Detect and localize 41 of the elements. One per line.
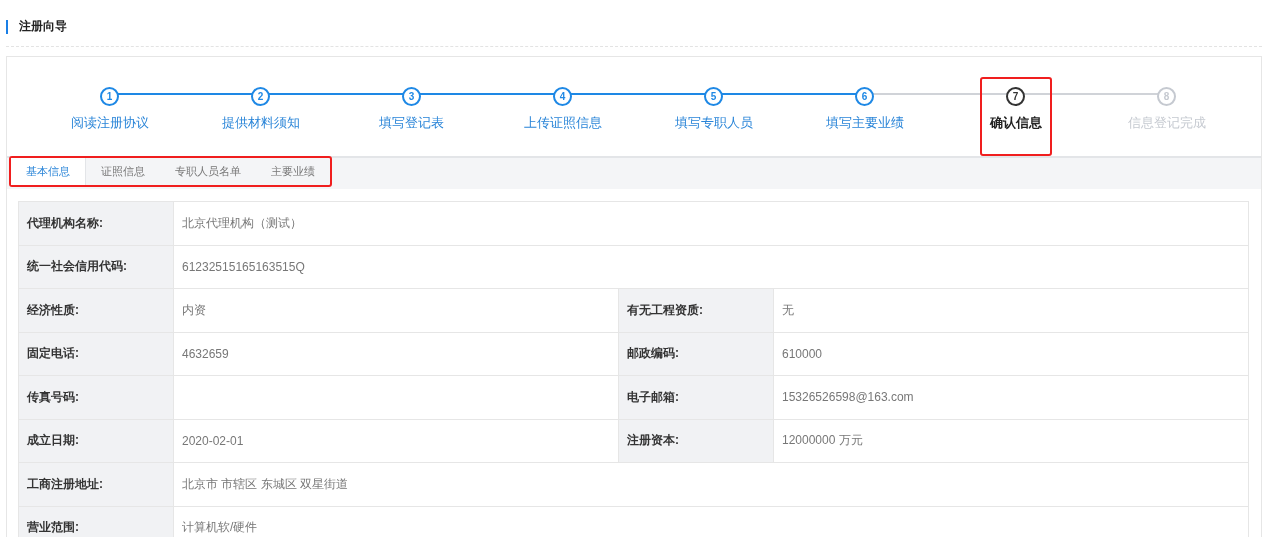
field-value: 610000 — [781, 345, 824, 363]
field-label: 邮政编码: — [619, 332, 774, 375]
field-label: 注册资本: — [619, 419, 774, 462]
field-value: 北京市 市辖区 东城区 双星街道 — [181, 475, 349, 493]
field-label: 经济性质: — [19, 289, 174, 332]
field-value: 计算机软/硬件 — [181, 519, 259, 537]
step-label: 填写专职人员 — [674, 114, 753, 132]
step-number: 3 — [402, 87, 421, 106]
field-label: 营业范围: — [19, 506, 174, 537]
step-number: 1 — [100, 87, 119, 106]
step-label: 上传证照信息 — [523, 114, 602, 132]
step-number: 4 — [553, 87, 572, 106]
step-number: 5 — [704, 87, 723, 106]
field-label: 电子邮箱: — [619, 376, 774, 419]
field-label: 统一社会信用代码: — [19, 245, 174, 288]
tab[interactable]: 专职人员名单 — [160, 158, 256, 185]
step-number: 7 — [1006, 87, 1025, 106]
field-label: 工商注册地址: — [19, 463, 174, 506]
field-value: 无 — [781, 301, 795, 319]
field-label: 成立日期: — [19, 419, 174, 462]
field-label: 有无工程资质: — [619, 289, 774, 332]
step-label: 确认信息 — [989, 114, 1042, 132]
tab[interactable]: 基本信息 — [11, 158, 86, 185]
step-number: 8 — [1157, 87, 1176, 106]
tab[interactable]: 证照信息 — [86, 158, 160, 185]
step-label: 填写主要业绩 — [825, 114, 904, 132]
step-label: 提供材料须知 — [221, 114, 300, 132]
field-value: 15326526598@163.com — [781, 389, 915, 407]
step-label: 信息登记完成 — [1127, 114, 1206, 132]
field-label: 固定电话: — [19, 332, 174, 375]
page-title: 注册向导 — [19, 18, 67, 35]
tab[interactable]: 主要业绩 — [256, 158, 330, 185]
step-number: 6 — [855, 87, 874, 106]
field-value: 12000000 万元 — [781, 432, 864, 450]
step-label: 阅读注册协议 — [70, 114, 149, 132]
field-label: 传真号码: — [19, 376, 174, 419]
field-value: 61232515165163515Q — [181, 258, 306, 276]
field-label: 代理机构名称: — [19, 202, 174, 245]
step-number: 2 — [251, 87, 270, 106]
field-value: 北京代理机构（测试） — [181, 214, 303, 232]
step-label: 填写登记表 — [379, 114, 444, 132]
